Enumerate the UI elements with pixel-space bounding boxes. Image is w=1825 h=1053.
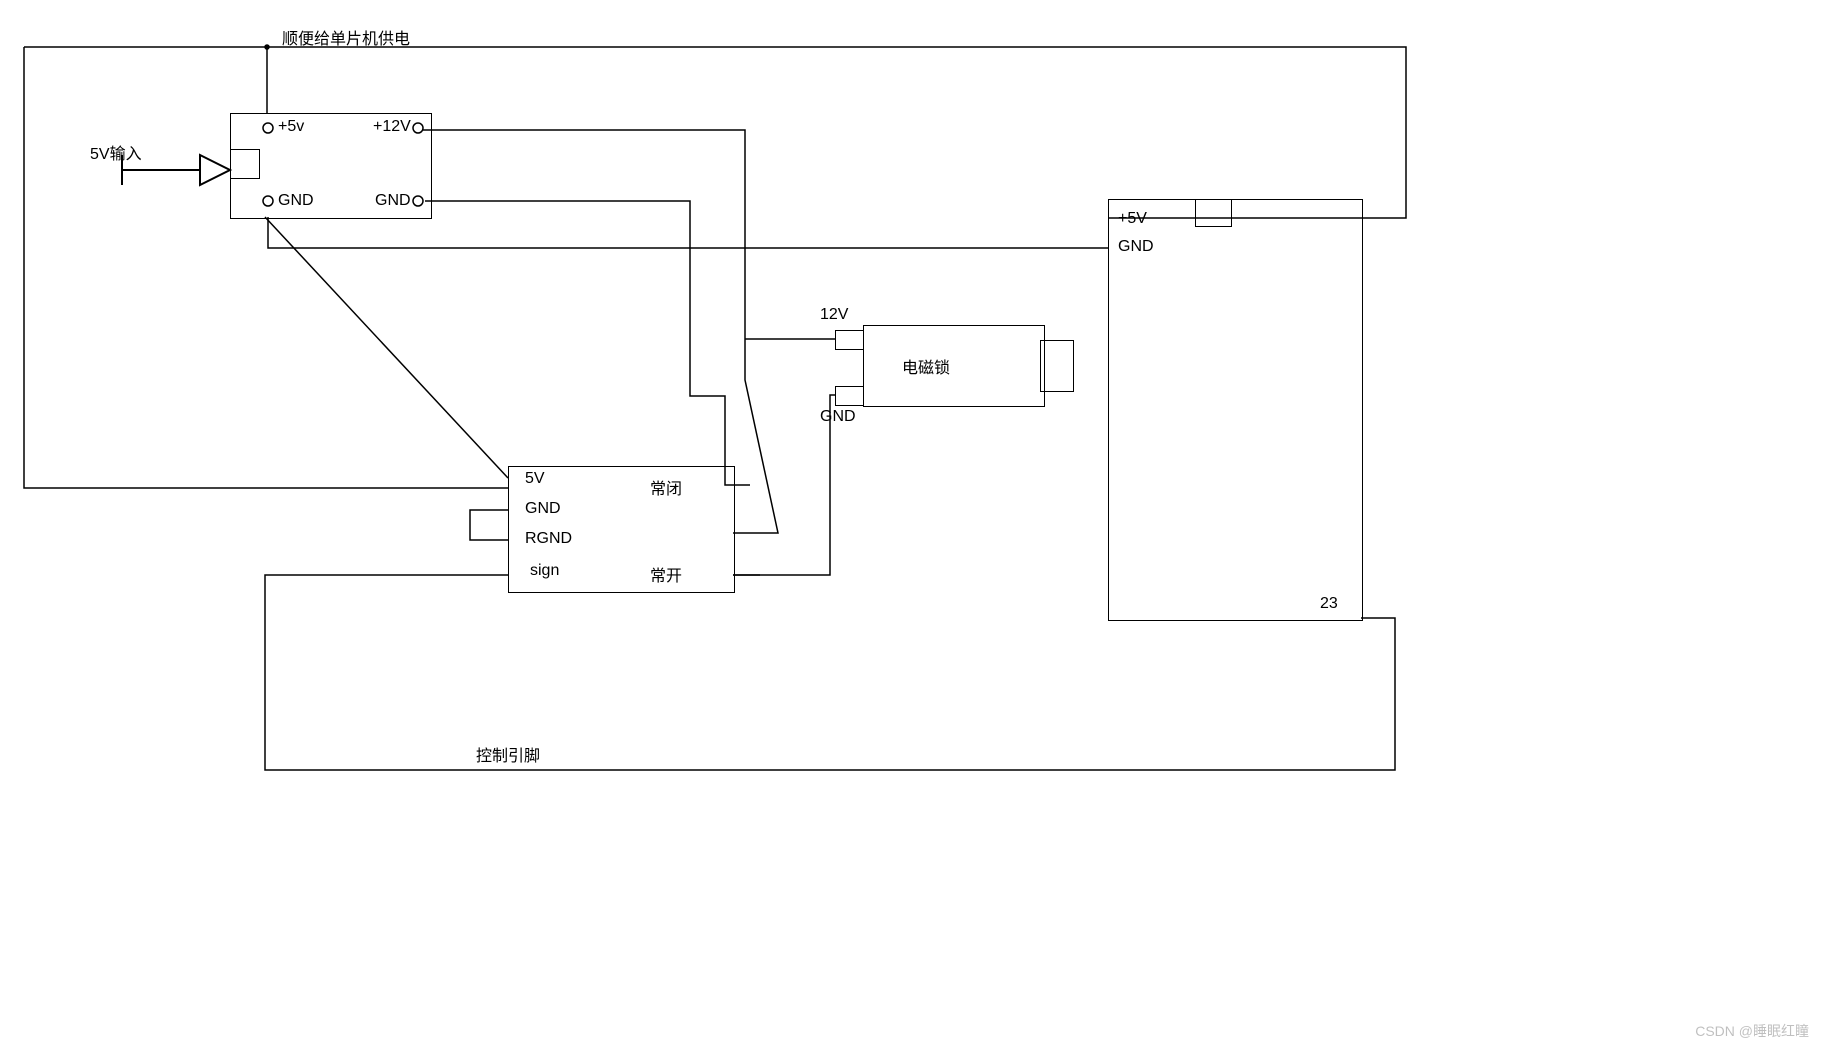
lock-label: 电磁锁 (902, 354, 950, 378)
converter-pin-in-gnd: GND (278, 192, 314, 210)
relay-pin-no: 常开 (650, 562, 682, 586)
converter-pin-in-v: +5v (278, 118, 304, 136)
lock-plunger (1040, 340, 1074, 392)
input-jack (230, 149, 260, 179)
relay-pin-sign: sign (530, 562, 559, 580)
label-5v-input: 5V输入 (90, 140, 142, 164)
lock-pin-gnd: GND (820, 408, 856, 426)
mcu-box (1108, 199, 1363, 621)
note-top: 顺便给单片机供电 (282, 25, 410, 49)
lock-terminal-top (835, 330, 864, 350)
relay-pin-nc: 常闭 (650, 475, 682, 499)
mcu-pin-5v: +5V (1118, 210, 1147, 228)
mcu-pin-io: 23 (1320, 595, 1338, 613)
relay-pin-gnd: GND (525, 500, 561, 518)
mcu-jack (1195, 199, 1232, 227)
lock-body (863, 325, 1045, 407)
label-control-pin: 控制引脚 (476, 742, 540, 766)
diagram-canvas: 顺便给单片机供电 5V输入 +5v GND +12V GND 5V GND RG… (0, 0, 1825, 1053)
lock-pin-v: 12V (820, 306, 848, 324)
mcu-pin-gnd: GND (1118, 238, 1154, 256)
watermark: CSDN @睡眠红瞳 (1695, 1021, 1809, 1041)
converter-pin-out-gnd: GND (375, 192, 411, 210)
relay-pin-rgnd: RGND (525, 530, 572, 548)
relay-pin-5v: 5V (525, 470, 545, 488)
lock-terminal-bottom (835, 386, 864, 406)
converter-pin-out-v: +12V (373, 118, 411, 136)
